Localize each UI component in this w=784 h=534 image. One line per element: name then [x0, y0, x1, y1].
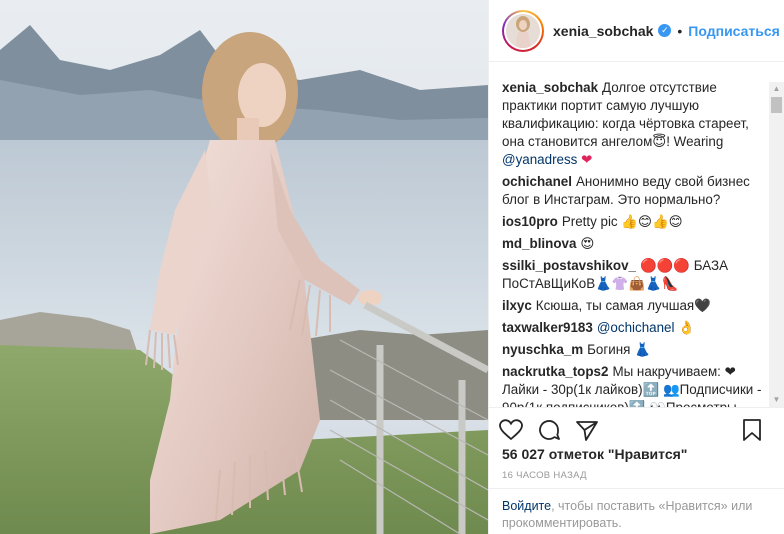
comment-text: 😍 — [580, 236, 595, 251]
likes-count-hint: "Нравится" — [607, 446, 688, 462]
comment: ochichanel Анонимно веду свой бизнес блог… — [502, 173, 764, 209]
login-prompt: Войдите, чтобы поставить «Нравится» или … — [489, 488, 784, 534]
comment-text: Pretty pic 👍😊👍😊 — [561, 214, 683, 229]
comment: nyuschka_m Богиня 👗 — [502, 341, 764, 359]
scrollbar-thumb[interactable] — [771, 97, 782, 113]
comment: ssilki_postavshikov_ 🔴🔴🔴 БАЗА ПоСтАвЩиКоВ… — [502, 257, 764, 293]
comment-username[interactable]: md_blinova — [502, 236, 576, 251]
like-button[interactable] — [498, 417, 524, 443]
comment-username[interactable]: ssilki_postavshikov_ — [502, 258, 636, 273]
post-timestamp[interactable]: 16 ЧАСОВ НАЗАД — [502, 470, 587, 481]
comment-username[interactable]: nyuschka_m — [502, 342, 583, 357]
share-button[interactable] — [574, 417, 600, 443]
avatar-image — [506, 13, 540, 48]
instagram-post: xenia_sobchak ✓ • Подписаться xenia_sobc… — [0, 0, 784, 534]
comment-tail: 👌 — [674, 320, 695, 335]
comment-username[interactable]: xenia_sobchak — [502, 80, 598, 95]
comment-username[interactable]: taxwalker9183 — [502, 320, 593, 335]
post-photo[interactable] — [0, 0, 488, 534]
heart-icon — [499, 419, 523, 441]
avatar-illustration — [506, 13, 540, 48]
comment: md_blinova 😍 — [502, 235, 764, 253]
comment-tail: ❤ — [577, 152, 593, 167]
comment-text: Ксюша, ты самая лучшая🖤 — [535, 298, 711, 313]
comment-mention[interactable]: @yanadress — [502, 152, 577, 167]
comment: ilxyc Ксюша, ты самая лучшая🖤 — [502, 297, 764, 315]
follow-button[interactable]: Подписаться — [688, 23, 780, 39]
comment-button[interactable] — [536, 417, 562, 443]
avatar-border — [504, 11, 542, 50]
comment-username[interactable]: ios10pro — [502, 214, 558, 229]
save-button[interactable] — [739, 417, 765, 443]
likes-count-text: 56 027 отметок — [502, 446, 604, 462]
comment: taxwalker9183 @ochichanel 👌 — [502, 319, 764, 337]
comments-scrollbar[interactable]: ▲ ▼ — [769, 82, 784, 407]
comment-username[interactable]: ilxyc — [502, 298, 532, 313]
header-separator: • — [677, 22, 683, 39]
bookmark-icon — [743, 419, 761, 441]
post-author-username[interactable]: xenia_sobchak — [553, 23, 653, 39]
comment-text: Богиня 👗 — [587, 342, 651, 357]
avatar[interactable] — [502, 9, 544, 52]
comment-icon — [539, 420, 560, 440]
verified-badge-icon: ✓ — [658, 24, 672, 37]
comment-mention[interactable]: @ochichanel — [597, 320, 675, 335]
login-link[interactable]: Войдите — [502, 499, 551, 513]
scroll-down-arrow-icon[interactable]: ▼ — [769, 393, 784, 407]
comments-list[interactable]: xenia_sobchak Долгое отсутствие практики … — [489, 62, 771, 407]
comment: nackrutka_tops2 Мы накручиваем: ❤Лайки - … — [502, 363, 764, 407]
comment-username[interactable]: nackrutka_tops2 — [502, 364, 608, 379]
scroll-up-arrow-icon[interactable]: ▲ — [769, 82, 784, 96]
likes-count[interactable]: 56 027 отметок "Нравится" — [502, 446, 687, 462]
post-side-panel: xenia_sobchak ✓ • Подписаться xenia_sobc… — [488, 0, 784, 534]
post-header: xenia_sobchak ✓ • Подписаться — [489, 0, 784, 62]
comment-username[interactable]: ochichanel — [502, 174, 572, 189]
photo-illustration — [0, 0, 488, 534]
share-icon — [576, 421, 598, 441]
comment-caption: xenia_sobchak Долгое отсутствие практики … — [502, 79, 764, 169]
comment: ios10pro Pretty pic 👍😊👍😊 — [502, 213, 764, 231]
